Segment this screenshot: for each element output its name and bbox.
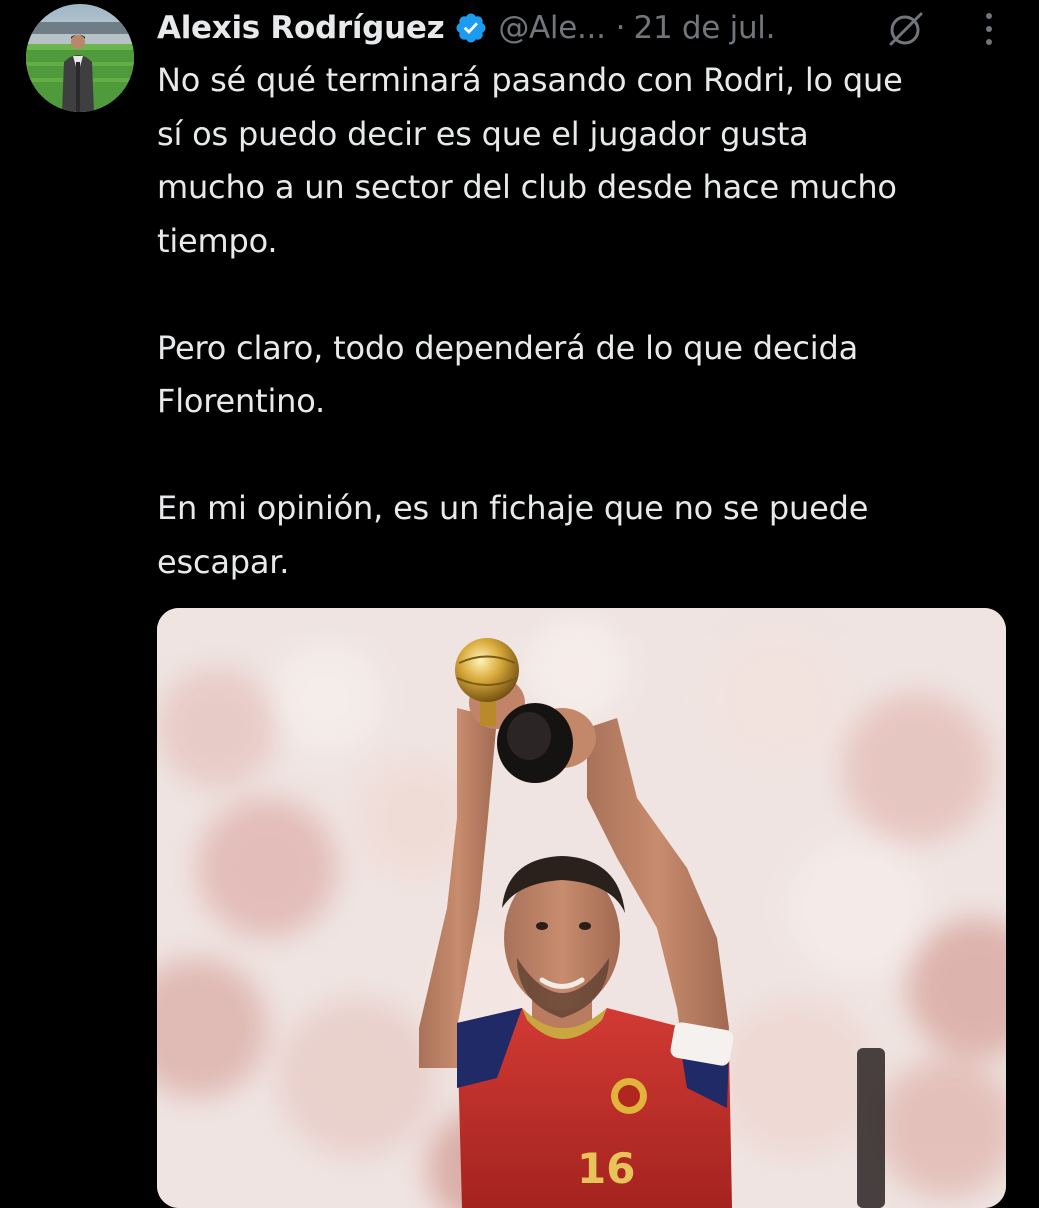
more-options-icon[interactable] (976, 8, 1002, 50)
author-name[interactable]: Alexis Rodríguez (157, 10, 445, 46)
tweet-media-photo[interactable]: 16 (157, 608, 1006, 1208)
avatar[interactable] (26, 4, 134, 112)
grok-icon[interactable] (886, 9, 926, 49)
avatar-image (26, 4, 134, 112)
tweet-paragraph: Pero claro, todo dependerá de lo que dec… (157, 328, 858, 421)
tweet-paragraph: En mi opinión, es un fichaje que no se p… (157, 489, 869, 581)
jersey-number: 16 (577, 1144, 635, 1193)
photo-trophy-player: 16 (157, 608, 1006, 1208)
tweet-paragraph: No sé qué terminará pasando con Rodri, l… (157, 61, 903, 260)
verified-badge-icon (454, 11, 488, 45)
separator-dot: · (615, 10, 626, 46)
tweet-date[interactable]: 21 de jul. (634, 10, 776, 46)
tweet-text: No sé qué terminará pasando con Rodri, l… (157, 54, 1027, 589)
author-handle[interactable]: @Ale... (498, 10, 606, 46)
